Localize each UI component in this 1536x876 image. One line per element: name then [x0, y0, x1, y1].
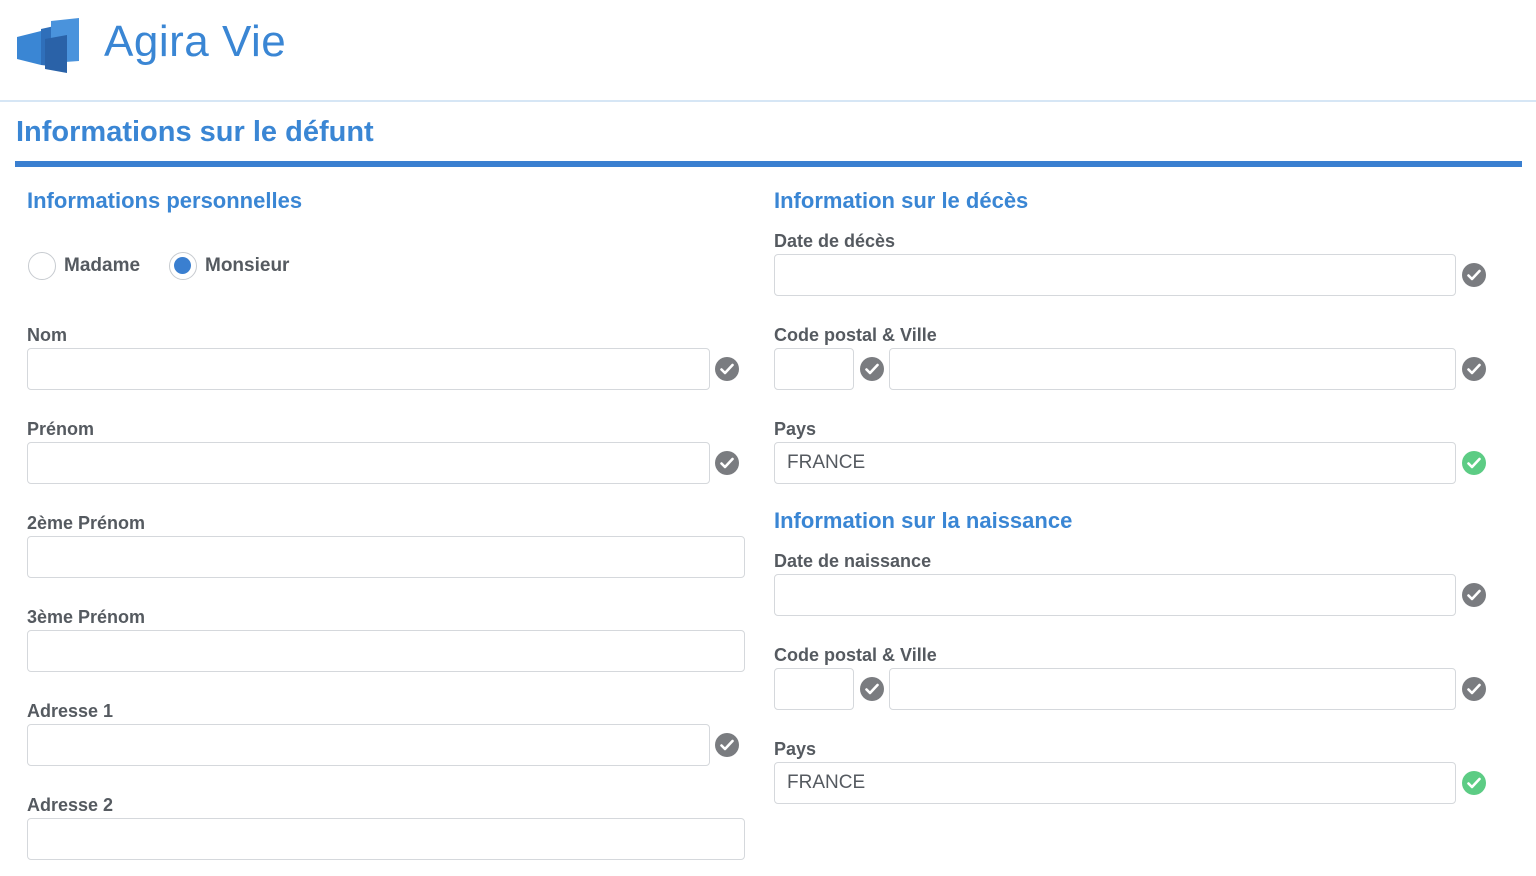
adresse2-label: Adresse 2 [27, 795, 114, 815]
birth-date-input[interactable] [774, 574, 1456, 616]
death-date-label: Date de décès [774, 231, 896, 251]
death-city-input[interactable] [889, 348, 1456, 390]
radio-monsieur[interactable] [169, 252, 197, 280]
radio-madame[interactable] [28, 252, 56, 280]
birth-postal-code-input[interactable] [774, 668, 854, 710]
prenom2-input[interactable] [27, 536, 745, 578]
death-country-input[interactable] [774, 442, 1456, 484]
adresse1-label: Adresse 1 [27, 701, 114, 721]
death-postal-code-input[interactable] [774, 348, 854, 390]
death-date-input[interactable] [774, 254, 1456, 296]
death-date-check-icon [1462, 263, 1486, 287]
birth-city-check-icon [1462, 677, 1486, 701]
death-postal-code-check-icon [860, 357, 884, 381]
radio-selected-dot [174, 257, 191, 274]
app-header: Agira Vie [0, 0, 1536, 102]
death-country-valid-check-icon [1462, 451, 1486, 475]
radio-monsieur-label[interactable]: Monsieur [205, 255, 289, 277]
birth-country-input[interactable] [774, 762, 1456, 804]
death-pays-label: Pays [774, 419, 817, 439]
prenom2-label: 2ème Prénom [27, 513, 146, 533]
agira-logo-icon [17, 18, 79, 73]
death-info-heading: Information sur le décès [774, 188, 1029, 213]
nom-label: Nom [27, 325, 67, 345]
prenom-label: Prénom [27, 419, 95, 439]
adresse2-input[interactable] [27, 818, 745, 860]
birth-info-heading: Information sur la naissance [774, 508, 1073, 533]
adresse1-check-icon [715, 733, 739, 757]
death-city-check-icon [1462, 357, 1486, 381]
personal-info-heading: Informations personnelles [27, 188, 303, 213]
death-cp-ville-label: Code postal & Ville [774, 325, 937, 345]
birth-country-valid-check-icon [1462, 771, 1486, 795]
prenom-check-icon [715, 451, 739, 475]
birth-postal-code-check-icon [860, 677, 884, 701]
birth-cp-ville-label: Code postal & Ville [774, 645, 937, 665]
birth-city-input[interactable] [889, 668, 1456, 710]
prenom3-label: 3ème Prénom [27, 607, 146, 627]
prenom-input[interactable] [27, 442, 710, 484]
section-title: Informations sur le défunt [16, 116, 374, 148]
birth-date-label: Date de naissance [774, 551, 932, 571]
radio-madame-label[interactable]: Madame [64, 255, 140, 277]
prenom3-input[interactable] [27, 630, 745, 672]
birth-pays-label: Pays [774, 739, 817, 759]
birth-date-check-icon [1462, 583, 1486, 607]
app-title: Agira Vie [104, 17, 287, 66]
section-divider [15, 161, 1522, 167]
adresse1-input[interactable] [27, 724, 710, 766]
nom-input[interactable] [27, 348, 710, 390]
nom-check-icon [715, 357, 739, 381]
